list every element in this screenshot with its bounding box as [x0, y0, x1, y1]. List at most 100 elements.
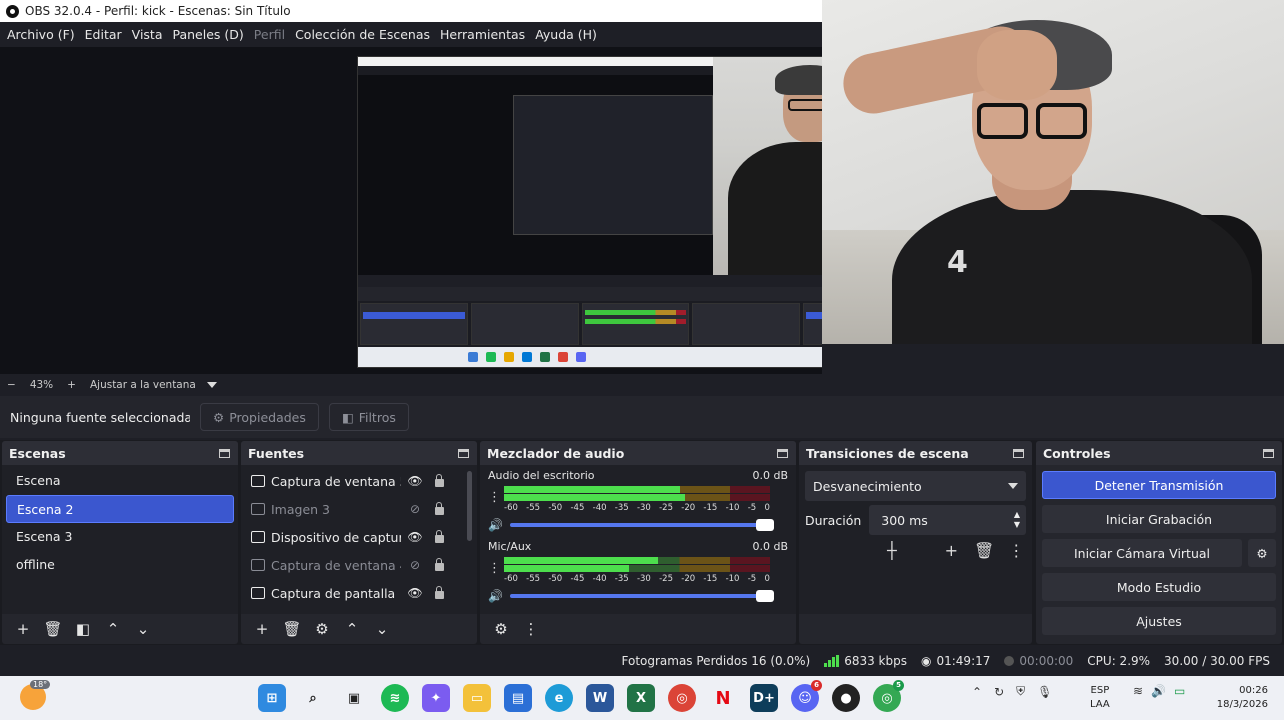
file-explorer-icon[interactable]: ▭	[463, 684, 491, 712]
source-item[interactable]: Captura de pantalla 👁	[241, 579, 477, 607]
volume-knob[interactable]	[756, 590, 774, 602]
nested-task-icon	[540, 352, 550, 362]
menu-archivo[interactable]: Archivo (F)	[2, 27, 80, 42]
lock-icon[interactable]	[435, 474, 444, 487]
menu-editar[interactable]: Editar	[80, 27, 127, 42]
scene-item-escena-2[interactable]: Escena 2	[6, 495, 234, 523]
add-transition-icon[interactable]: +	[945, 541, 958, 560]
language-indicator[interactable]: ESP LAA	[1090, 684, 1110, 712]
windows-start-icon[interactable]: ⊞	[258, 684, 286, 712]
scene-item-offline[interactable]: offline	[6, 551, 234, 579]
scene-item-escena-3[interactable]: Escena 3	[6, 523, 234, 551]
volume-slider[interactable]	[510, 590, 774, 602]
virtual-cam-row: Iniciar Cámara Virtual ⚙	[1042, 539, 1276, 567]
lock-icon[interactable]	[435, 502, 444, 515]
eye-hidden-icon[interactable]: ⊘	[407, 558, 423, 572]
menu-coleccion-escenas[interactable]: Colección de Escenas	[290, 27, 435, 42]
scene-item-escena[interactable]: Escena	[6, 467, 234, 495]
undock-icon[interactable]	[458, 448, 469, 458]
lock-icon[interactable]	[435, 586, 444, 599]
store-icon[interactable]: ▤	[504, 684, 532, 712]
kebab-menu-icon[interactable]: ⋮	[518, 620, 544, 638]
virtual-camera-settings-button[interactable]: ⚙	[1248, 539, 1276, 567]
menu-vista[interactable]: Vista	[127, 27, 168, 42]
volume-icon[interactable]: 🔊	[1151, 684, 1166, 698]
eye-hidden-icon[interactable]: ⊘	[407, 502, 423, 516]
spotify-icon[interactable]: ≋	[381, 684, 409, 712]
audio-settings-icon[interactable]: ⚙	[488, 620, 514, 638]
remove-source-icon[interactable]: 🗑	[279, 620, 305, 638]
chrome-profile-icon[interactable]: ◎ 5	[873, 680, 904, 712]
chevron-up-icon[interactable]: ⌃	[972, 685, 982, 699]
microphone-icon[interactable]: 🎙	[1037, 685, 1052, 699]
add-source-icon[interactable]: +	[249, 620, 275, 638]
sources-scrollbar[interactable]	[467, 471, 472, 541]
start-virtual-camera-button[interactable]: Iniciar Cámara Virtual	[1042, 539, 1242, 567]
wifi-icon[interactable]: ≋	[1133, 684, 1143, 698]
obs-icon[interactable]: ●	[832, 684, 860, 712]
lock-icon[interactable]	[435, 530, 444, 543]
duration-stepper[interactable]: 300 ms ▲ ▼	[869, 505, 1026, 535]
source-item[interactable]: Captura de ventana 4 ⊘	[241, 551, 477, 579]
zoom-out-button[interactable]: −	[0, 379, 23, 391]
studio-mode-button[interactable]: Modo Estudio	[1042, 573, 1276, 601]
task-view-icon[interactable]: ▣	[340, 684, 368, 712]
filters-button[interactable]: ◧ Filtros	[328, 403, 409, 431]
spin-arrows-icon[interactable]: ▲ ▼	[1014, 510, 1020, 530]
netflix-icon[interactable]: N	[709, 684, 737, 712]
transition-select[interactable]: Desvanecimiento	[805, 471, 1026, 501]
stop-streaming-button[interactable]: Detener Transmisión	[1042, 471, 1276, 499]
menu-herramientas[interactable]: Herramientas	[435, 27, 530, 42]
volume-knob[interactable]	[756, 519, 774, 531]
source-item[interactable]: Captura de ventana 5 👁	[241, 467, 477, 495]
search-icon[interactable]: ⌕	[299, 684, 327, 712]
eye-icon[interactable]: 👁	[407, 586, 423, 600]
zoom-in-button[interactable]: +	[60, 379, 83, 391]
properties-button[interactable]: ⚙ Propiedades	[200, 403, 319, 431]
move-down-icon[interactable]: ⌄	[130, 620, 156, 638]
speaker-icon[interactable]: 🔊	[488, 589, 503, 603]
word-icon[interactable]: W	[586, 684, 614, 712]
eye-icon[interactable]: 👁	[407, 474, 423, 488]
menu-paneles[interactable]: Paneles (D)	[168, 27, 249, 42]
sync-icon[interactable]: ↻	[994, 685, 1004, 699]
menu-ayuda[interactable]: Ayuda (H)	[530, 27, 602, 42]
move-down-icon[interactable]: ⌄	[369, 620, 395, 638]
weather-widget[interactable]: 18°	[20, 680, 51, 710]
kebab-menu-icon[interactable]: ⋮	[488, 486, 501, 504]
source-item[interactable]: Imagen 3 ⊘	[241, 495, 477, 523]
kebab-menu-icon[interactable]: ⋮	[1008, 541, 1024, 560]
undock-icon[interactable]	[1263, 448, 1274, 458]
move-up-icon[interactable]: ⌃	[339, 620, 365, 638]
remove-scene-icon[interactable]: 🗑	[40, 620, 66, 638]
scene-filters-icon[interactable]: ◧	[70, 620, 96, 638]
chevron-down-icon[interactable]	[206, 382, 217, 388]
add-scene-icon[interactable]: +	[10, 620, 36, 638]
move-up-icon[interactable]: ⌃	[100, 620, 126, 638]
source-item[interactable]: Dispositivo de captura de video 👁	[241, 523, 477, 551]
edge-icon[interactable]: e	[545, 684, 573, 712]
source-settings-icon[interactable]: ⚙	[309, 620, 335, 638]
lock-icon[interactable]	[435, 558, 444, 571]
undock-icon[interactable]	[1013, 448, 1024, 458]
disney-plus-icon[interactable]: D+	[750, 684, 778, 712]
eye-icon[interactable]: 👁	[407, 530, 423, 544]
undock-icon[interactable]	[219, 448, 230, 458]
copilot-icon[interactable]: ✦	[422, 684, 450, 712]
fit-window-label[interactable]: Ajustar a la ventana	[83, 379, 203, 391]
menu-perfil[interactable]: Perfil	[249, 27, 290, 42]
start-recording-button[interactable]: Iniciar Grabación	[1042, 505, 1276, 533]
security-icon[interactable]: ⛨	[1016, 684, 1025, 699]
settings-button[interactable]: Ajustes	[1042, 607, 1276, 635]
remove-transition-icon[interactable]: 🗑	[974, 541, 994, 560]
chrome-icon[interactable]: ◎	[668, 684, 696, 712]
kebab-menu-icon[interactable]: ⋮	[488, 557, 501, 575]
battery-icon[interactable]: ▭	[1174, 684, 1185, 698]
excel-icon[interactable]: X	[627, 684, 655, 712]
recording-time-value: 00:00:00	[1019, 653, 1074, 668]
speaker-icon[interactable]: 🔊	[488, 518, 503, 532]
clock[interactable]: 00:26 18/3/2026	[1208, 684, 1268, 712]
undock-icon[interactable]	[777, 448, 788, 458]
volume-slider[interactable]	[510, 519, 774, 531]
discord-icon[interactable]: ☺ 6	[791, 680, 822, 712]
